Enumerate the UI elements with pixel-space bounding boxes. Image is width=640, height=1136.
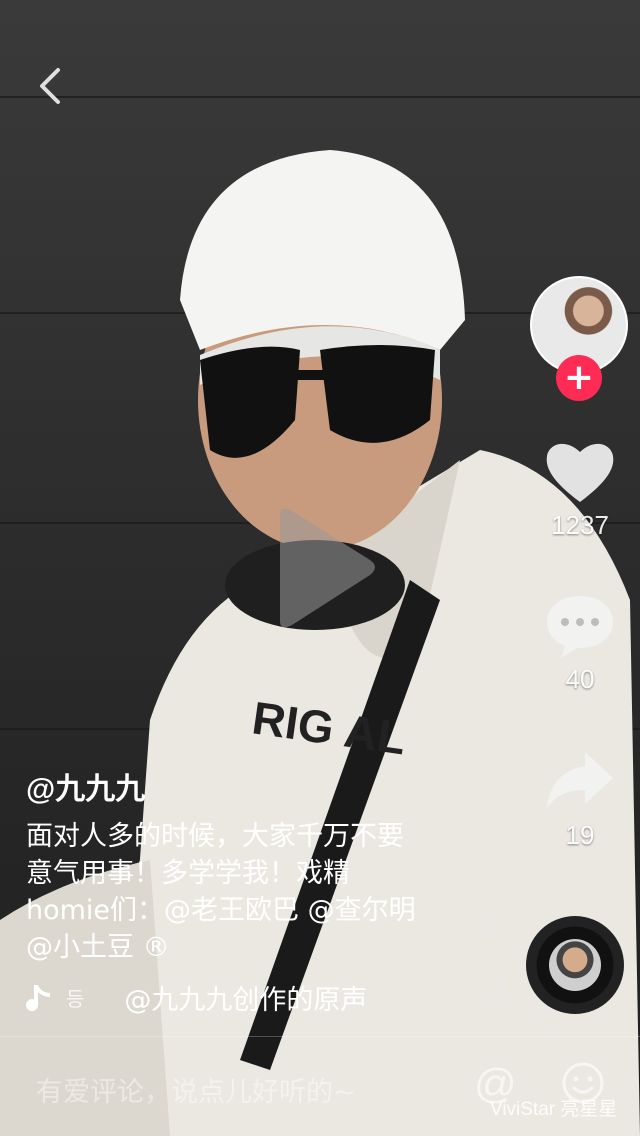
like-count: 1237 [551,510,609,540]
music-title: @九九九创作的原声 [124,985,368,1016]
comment-bubble-icon [547,596,613,658]
share-button[interactable]: 19 [540,748,620,851]
floating-note-icon: ♫ [474,906,500,939]
caption-line: 面对人多的时候，大家千万不要 [26,821,404,852]
watermark: ViviStar 亮星星 [490,1099,618,1120]
caption-line: 意气用事！多学学我！戏精 [26,858,350,889]
music-scroll-glyph: 등 [66,987,85,1011]
caption-line[interactable]: @小土豆 ® [26,929,466,966]
music-disc[interactable] [526,916,624,1014]
back-icon[interactable] [32,66,72,106]
author-username[interactable]: @九九九 [26,764,145,808]
share-arrow-icon [547,752,613,808]
heart-icon [546,443,614,502]
play-icon[interactable] [260,505,380,635]
comment-button[interactable]: 40 [540,592,620,695]
video-caption: 面对人多的时候，大家千万不要 意气用事！多学学我！戏精 homie们：@老王欧巴… [26,818,466,966]
divider [0,1036,640,1037]
floating-note-icon: ♪ [490,972,508,1005]
music-info[interactable]: 등 @九九九创作的原声 [26,978,367,1017]
caption-line[interactable]: homie们：@老王欧巴 @查尔明 [26,892,466,929]
music-cover [549,939,601,991]
comment-input[interactable]: 有爱评论，说点儿好听的~ [36,1070,356,1109]
like-button[interactable]: 1237 [540,438,620,541]
follow-button[interactable]: + [556,355,602,401]
music-note-icon [26,984,50,1011]
plus-icon: + [563,357,595,398]
comment-count: 40 [565,664,595,694]
share-count: 19 [565,820,595,850]
